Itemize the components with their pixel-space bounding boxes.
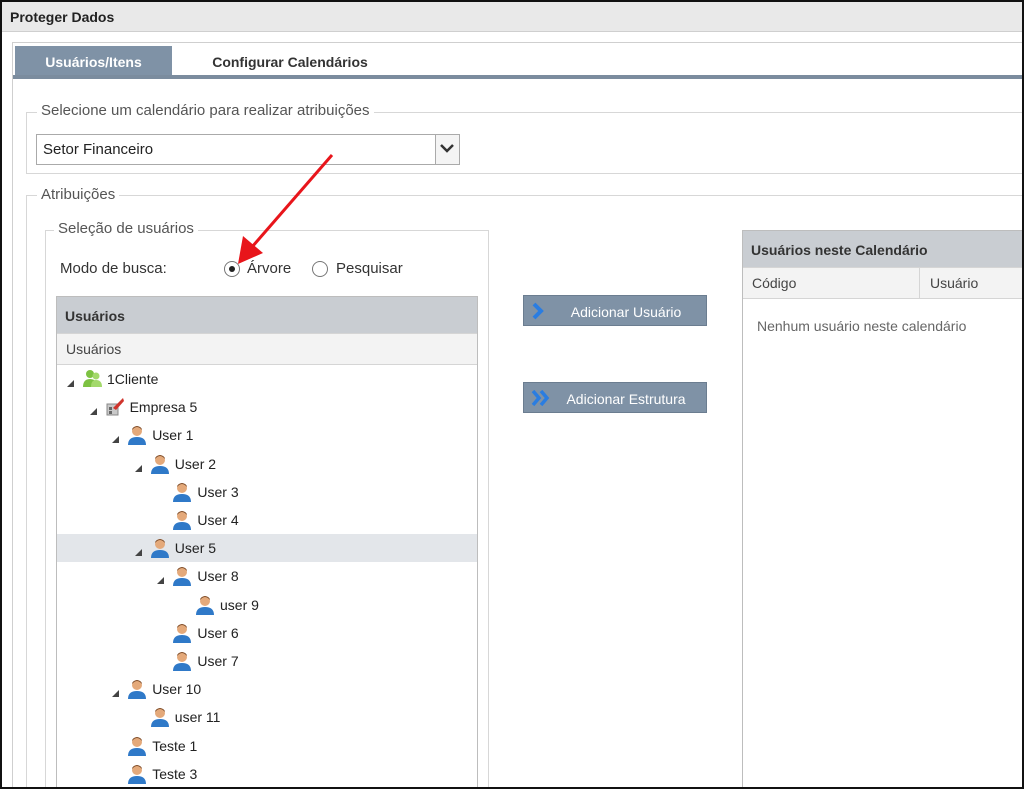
- users-tree-panel: Usuários Usuários 1Cliente Empresa 5 User …: [56, 296, 478, 787]
- tree-node[interactable]: Teste 3: [57, 760, 477, 787]
- assignments-legend: Atribuições: [37, 186, 120, 203]
- tree-node-label: User 4: [197, 512, 239, 528]
- user-icon: [149, 706, 171, 728]
- tab-bar: Usuários/Itens Configurar Calendários: [13, 46, 1022, 79]
- user-icon: [171, 565, 193, 587]
- tree-node[interactable]: User 5: [57, 534, 477, 563]
- column-usuario[interactable]: Usuário: [930, 275, 978, 291]
- calendar-group-legend: Selecione um calendário para realizar at…: [37, 102, 374, 119]
- expand-triangle-icon[interactable]: [134, 460, 143, 476]
- tree-node[interactable]: Teste 1: [57, 732, 477, 760]
- user-icon: [171, 650, 193, 672]
- tree-node[interactable]: User 10: [57, 675, 477, 703]
- window-title: Proteger Dados: [2, 2, 1022, 32]
- tree-node[interactable]: user 9: [57, 591, 477, 619]
- calendar-users-title: Usuários neste Calendário: [743, 231, 1022, 267]
- user-icon: [194, 594, 216, 616]
- tree-node[interactable]: User 7: [57, 647, 477, 675]
- app-window: Proteger Dados Usuários/Itens Configurar…: [0, 0, 1024, 789]
- tree-node[interactable]: User 1: [57, 421, 477, 449]
- column-divider: [919, 268, 920, 299]
- users-panel-title: Usuários: [57, 297, 477, 333]
- users-tree: 1Cliente Empresa 5 User 1 User 2 User 3 User …: [57, 365, 477, 787]
- user-icon: [149, 537, 171, 559]
- tree-node[interactable]: User 4: [57, 506, 477, 534]
- tree-node-label: Teste 3: [152, 765, 198, 782]
- add-user-label: Adicionar Usuário: [570, 304, 682, 320]
- user-icon: [171, 509, 193, 531]
- expand-triangle-icon[interactable]: [112, 431, 120, 447]
- tree-node[interactable]: user 11: [57, 703, 477, 731]
- tree-node-label: User 7: [197, 653, 239, 669]
- user-icon: [171, 481, 193, 503]
- calendar-users-panel: Usuários neste Calendário Código Usuário…: [742, 230, 1022, 787]
- tree-node-label: user 11: [174, 709, 221, 726]
- expand-triangle-icon[interactable]: [67, 375, 75, 391]
- column-codigo[interactable]: Código: [752, 275, 796, 291]
- user-icon: [126, 763, 148, 785]
- search-mode-label: Modo de busca:: [60, 260, 167, 277]
- tree-node[interactable]: 1Cliente: [57, 365, 477, 393]
- tree-node[interactable]: User 3: [57, 478, 477, 506]
- calendar-dropdown-value: Setor Financeiro: [43, 141, 154, 158]
- user-icon: [149, 453, 171, 475]
- tree-node-label: Empresa 5: [129, 399, 198, 416]
- tree-node-label: user 9: [220, 596, 259, 613]
- tree-node-label: User 3: [197, 483, 239, 500]
- tree-node[interactable]: User 8: [57, 562, 477, 590]
- chevron-down-icon[interactable]: [435, 135, 459, 164]
- tree-node-label: User 6: [197, 624, 239, 641]
- user-icon: [171, 622, 193, 644]
- calendar-users-columns: Código Usuário: [743, 267, 1022, 299]
- add-structure-label: Adicionar Estrutura: [566, 391, 686, 407]
- expand-triangle-icon[interactable]: [112, 685, 120, 701]
- users-column-label: Usuários: [66, 341, 122, 357]
- tree-node-label: User 2: [174, 455, 217, 472]
- tree-node-label: Teste 1: [152, 737, 198, 754]
- tree-node-label: User 5: [174, 540, 217, 557]
- radio-pesquisar-label[interactable]: Pesquisar: [336, 260, 403, 277]
- empty-message: Nenhum usuário neste calendário: [757, 318, 967, 334]
- user-selection-legend: Seleção de usuários: [54, 220, 198, 237]
- company-icon: [104, 396, 126, 418]
- tree-node-label: User 1: [152, 427, 194, 444]
- radio-selected-dot: [229, 266, 235, 272]
- tree-node-label: User 10: [152, 681, 202, 698]
- radio-pesquisar[interactable]: [312, 261, 328, 277]
- radio-arvore-label[interactable]: Árvore: [247, 260, 291, 277]
- add-user-button[interactable]: Adicionar Usuário: [523, 295, 707, 326]
- tree-node-label: User 8: [197, 568, 239, 585]
- user-icon: [126, 424, 148, 446]
- expand-triangle-icon[interactable]: [134, 544, 143, 560]
- tab-configurar-calendarios[interactable]: Configurar Calendários: [185, 46, 395, 75]
- user-icon: [126, 735, 148, 757]
- add-structure-button[interactable]: Adicionar Estrutura: [523, 382, 707, 413]
- tree-node[interactable]: User 6: [57, 619, 477, 647]
- expand-triangle-icon[interactable]: [157, 572, 165, 588]
- expand-triangle-icon[interactable]: [89, 403, 98, 419]
- tree-node[interactable]: User 2: [57, 450, 477, 478]
- tree-node[interactable]: Empresa 5: [57, 393, 477, 421]
- tree-node-label: 1Cliente: [107, 371, 159, 387]
- user-icon: [126, 678, 148, 700]
- users-column-header[interactable]: Usuários: [57, 333, 477, 365]
- client-icon: [81, 368, 103, 390]
- tab-usuarios-itens[interactable]: Usuários/Itens: [15, 46, 172, 75]
- radio-arvore[interactable]: [224, 261, 240, 277]
- calendar-dropdown[interactable]: Setor Financeiro: [36, 134, 460, 165]
